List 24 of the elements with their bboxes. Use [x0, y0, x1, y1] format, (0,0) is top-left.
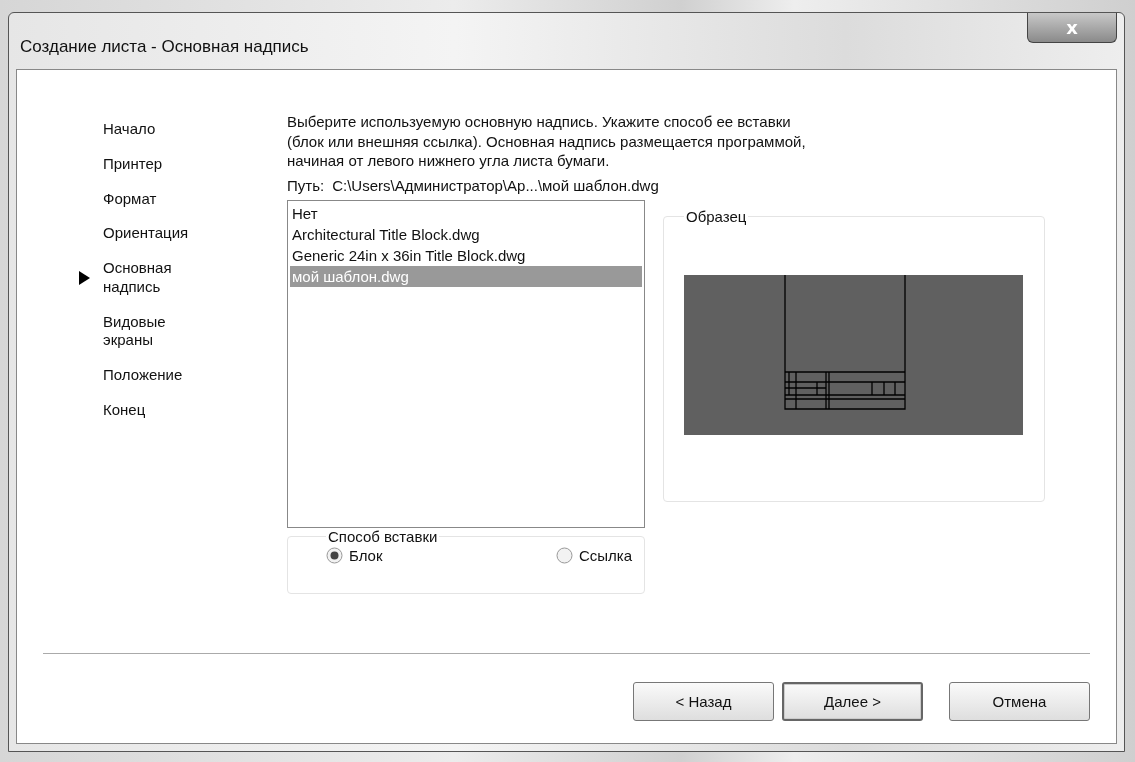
list-item[interactable]: Architectural Title Block.dwg: [290, 223, 642, 245]
radio-button-icon[interactable]: [555, 546, 573, 564]
path-label: Путь:: [287, 176, 325, 194]
window-title: Создание листа - Основная надпись: [19, 36, 310, 57]
list-item[interactable]: Generic 24in x 36in Title Block.dwg: [290, 244, 642, 266]
wizard-button[interactable]: Отмена: [949, 682, 1090, 721]
radio-button-icon[interactable]: [326, 546, 343, 564]
wizard-step: Видовые экраны: [103, 312, 203, 350]
wizard-step: Начало: [103, 120, 203, 139]
wizard-step: Основная надпись: [103, 259, 203, 297]
wizard-step: Принтер: [103, 154, 203, 174]
group-title: Образец: [685, 207, 748, 225]
path-value: C:\Users\Администратор\Ap...\мой шаблон.dwg: [332, 176, 659, 194]
list-item[interactable]: Нет: [290, 202, 642, 224]
group-title: Способ вставки: [327, 527, 439, 545]
wizard-button[interactable]: Далее >: [782, 682, 923, 721]
wizard-step: Ориентация: [103, 224, 203, 243]
wizard-step: Положение: [103, 366, 203, 385]
wizard-step: Конец: [103, 400, 203, 420]
radio-label[interactable]: Блок: [349, 546, 383, 564]
wizard-step: Формат: [103, 189, 203, 209]
instruction-text: Выберите используемую основную надпись. Укажите способ ее вставки (блок или внешняя ссылка). Основная надпись размещается программой, начиная от левого нижнего угла листа бумаги.: [287, 112, 807, 171]
radio-label[interactable]: Ссылка: [578, 546, 632, 564]
wizard-button[interactable]: < Назад: [633, 682, 774, 721]
